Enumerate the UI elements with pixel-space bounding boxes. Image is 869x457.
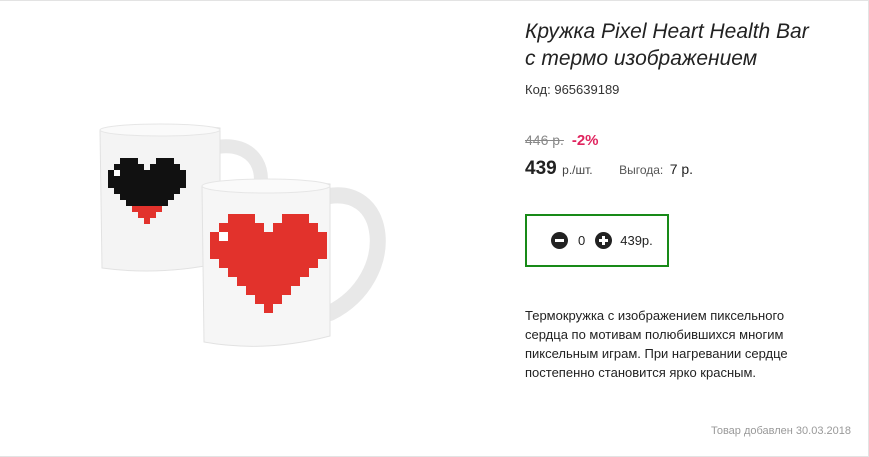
quantity-selector: 0 439р. (525, 214, 669, 267)
quantity-value[interactable]: 0 (578, 233, 585, 248)
product-description: Термокружка с изображением пиксельного с… (525, 308, 788, 380)
product-image[interactable] (90, 118, 420, 358)
added-date: Товар добавлен 30.03.2018 (710, 425, 851, 437)
title-line-2: с термо изображением (525, 47, 758, 70)
minus-circle-icon[interactable] (551, 232, 568, 249)
product-title: Кружка Pixel Heart Health Bar с термо из… (525, 18, 865, 72)
code-label: Код: (525, 82, 551, 97)
title-line-1: Кружка Pixel Heart Health Bar (525, 20, 809, 43)
price-row: 439 р./шт. Выгода: 7 р. (525, 158, 693, 180)
old-price-row: 446 р. -2% (525, 132, 599, 149)
price-unit: р./шт. (562, 163, 593, 177)
cart-total: 439р. (620, 233, 653, 248)
product-code: Код: 965639189 (525, 82, 865, 97)
code-value: 965639189 (554, 82, 620, 97)
product-info: Кружка Pixel Heart Health Bar с термо из… (525, 18, 865, 380)
benefit-value: 7 р. (669, 161, 694, 177)
current-price: 439 (525, 158, 557, 179)
benefit-label: Выгода: (619, 163, 664, 177)
discount-badge: -2% (571, 132, 599, 149)
plus-circle-icon[interactable] (595, 232, 613, 249)
old-price: 446 р. (525, 132, 564, 148)
